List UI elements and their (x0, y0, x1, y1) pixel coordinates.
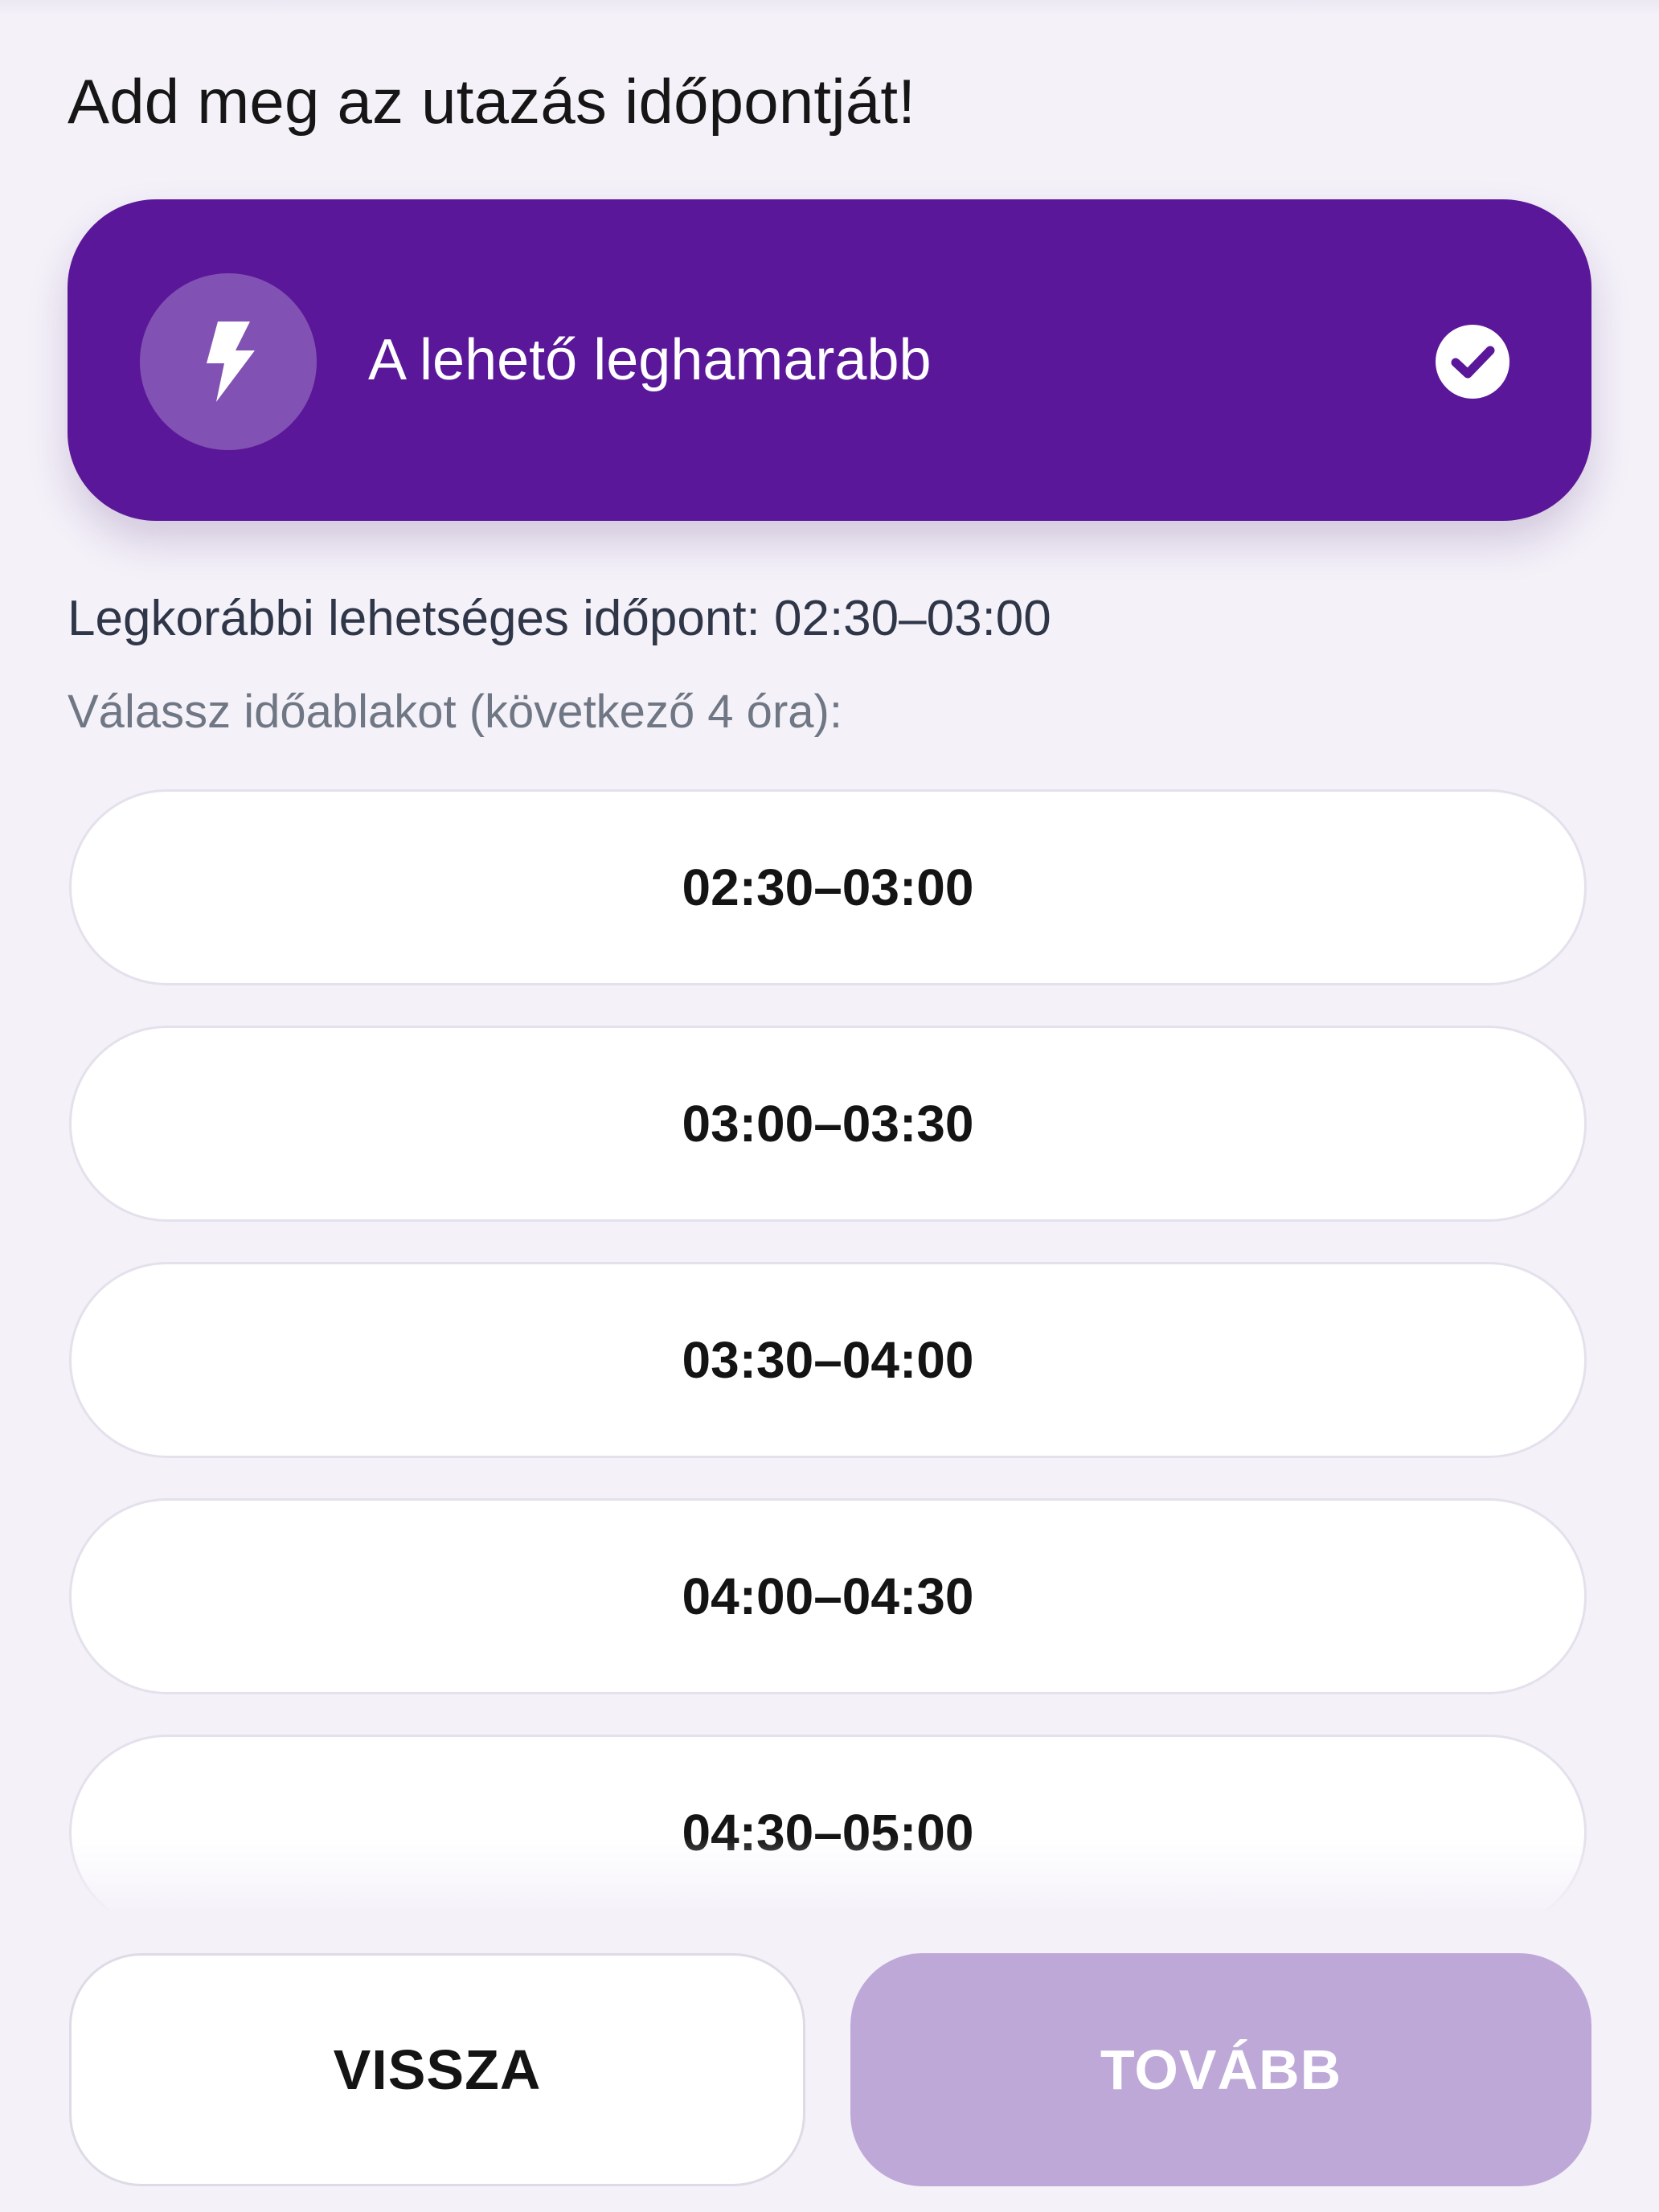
top-shadow (0, 0, 1659, 16)
bottom-action-bar: VISSZA TOVÁBB (0, 1910, 1659, 2212)
time-slot-button[interactable]: 03:30–04:00 (69, 1262, 1587, 1458)
asap-option-label: A lehető leghamarabb (368, 328, 932, 392)
slot-hint-text: Válassz időablakot (következő 4 óra): (68, 686, 842, 738)
asap-icon-badge (140, 273, 317, 450)
back-button[interactable]: VISSZA (69, 1953, 805, 2186)
time-slot-button[interactable]: 03:00–03:30 (69, 1026, 1587, 1222)
page-title: Add meg az utazás időpontját! (68, 66, 916, 137)
lightning-icon (207, 322, 255, 402)
time-slot-button[interactable]: 02:30–03:00 (69, 789, 1587, 985)
earliest-time-text: Legkorábbi lehetséges időpont: 02:30–03:… (68, 591, 1051, 646)
bottom-fade (0, 1837, 1659, 1910)
asap-option-card[interactable]: A lehető leghamarabb (68, 199, 1591, 521)
time-slot-button[interactable]: 04:00–04:30 (69, 1498, 1587, 1694)
next-button[interactable]: TOVÁBB (850, 1953, 1591, 2186)
time-selection-screen: Add meg az utazás időpontját! A lehető l… (0, 0, 1659, 2212)
check-circle-icon (1436, 325, 1509, 399)
